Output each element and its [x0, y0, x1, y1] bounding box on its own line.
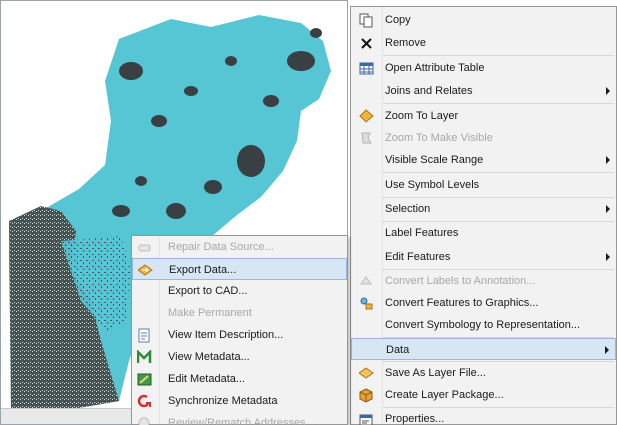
- export-data-icon: [138, 264, 153, 276]
- menu-item-convert-features-to-graphics[interactable]: Convert Features to Graphics...: [351, 292, 616, 314]
- menu-item-make-permanent[interactable]: Make Permanent: [132, 302, 347, 324]
- menu-item-properties[interactable]: Properties...: [351, 408, 616, 425]
- menu-item-use-symbol-levels[interactable]: Use Symbol Levels: [351, 174, 616, 196]
- menu-item-copy[interactable]: Copy: [351, 9, 616, 31]
- menu-item-review-rematch-addresses[interactable]: Review/Rematch Addresses...: [132, 412, 347, 425]
- rematch-icon: [138, 417, 150, 425]
- menu-item-save-as-layer-file[interactable]: Save As Layer File...: [351, 362, 616, 384]
- menu-item-synchronize-metadata[interactable]: Synchronize Metadata: [132, 390, 347, 412]
- copy-icon: [359, 13, 373, 28]
- submenu-arrow-icon: [605, 346, 609, 354]
- menu-item-visible-scale-range[interactable]: Visible Scale Range: [351, 149, 616, 171]
- menu-item-create-layer-package[interactable]: Create Layer Package...: [351, 384, 616, 406]
- layer-package-icon: [359, 388, 373, 403]
- remove-icon: [361, 38, 372, 49]
- zoom-visible-icon: [361, 132, 372, 144]
- description-icon: [138, 328, 150, 343]
- layer-file-icon: [359, 367, 374, 379]
- view-metadata-icon: [137, 350, 152, 363]
- menu-item-export-to-cad[interactable]: Export to CAD...: [132, 280, 347, 302]
- menu-item-view-item-description[interactable]: View Item Description...: [132, 324, 347, 346]
- menu-item-data[interactable]: Data: [351, 338, 616, 360]
- menu-item-joins-and-relates[interactable]: Joins and Relates: [351, 80, 616, 102]
- menu-item-view-metadata[interactable]: View Metadata...: [132, 346, 347, 368]
- menu-item-edit-features[interactable]: Edit Features: [351, 246, 616, 268]
- data-submenu: Repair Data Source... Export Data... Exp…: [131, 235, 348, 425]
- menu-separator: [383, 103, 614, 104]
- annotation-icon: [360, 276, 372, 285]
- menu-item-selection[interactable]: Selection: [351, 198, 616, 220]
- zoom-to-layer-icon: [359, 109, 374, 123]
- layer-context-menu: Copy Remove Open Attribute Table Joins a…: [350, 6, 617, 425]
- menu-item-label-features[interactable]: Label Features: [351, 222, 616, 244]
- menu-item-repair-data-source[interactable]: Repair Data Source...: [132, 236, 347, 258]
- submenu-arrow-icon: [606, 87, 610, 95]
- graphics-icon: [360, 297, 373, 310]
- repair-icon: [138, 244, 151, 252]
- properties-icon: [359, 414, 373, 425]
- menu-separator: [383, 55, 614, 56]
- submenu-arrow-icon: [606, 253, 610, 261]
- sync-metadata-icon: [137, 394, 151, 408]
- menu-item-edit-metadata[interactable]: Edit Metadata...: [132, 368, 347, 390]
- edit-metadata-icon: [137, 373, 152, 386]
- menu-item-zoom-to-make-visible[interactable]: Zoom To Make Visible: [351, 127, 616, 149]
- menu-separator: [383, 172, 614, 173]
- submenu-arrow-icon: [606, 205, 610, 213]
- menu-item-remove[interactable]: Remove: [351, 32, 616, 54]
- menu-item-open-attribute-table[interactable]: Open Attribute Table: [351, 57, 616, 79]
- submenu-arrow-icon: [606, 156, 610, 164]
- menu-item-convert-symbology-to-representation[interactable]: Convert Symbology to Representation...: [351, 314, 616, 336]
- menu-item-zoom-to-layer[interactable]: Zoom To Layer: [351, 105, 616, 127]
- menu-item-export-data[interactable]: Export Data...: [132, 258, 347, 280]
- menu-item-convert-labels-to-annotation[interactable]: Convert Labels to Annotation...: [351, 270, 616, 292]
- table-icon: [359, 62, 374, 75]
